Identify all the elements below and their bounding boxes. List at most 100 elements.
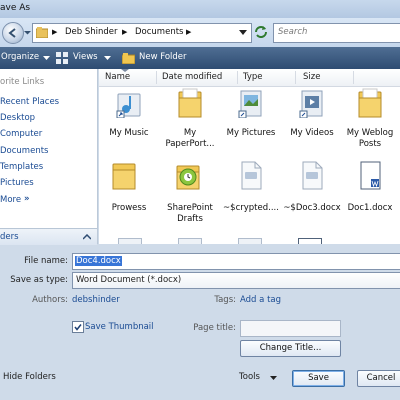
sort-arrow-icon bbox=[121, 69, 129, 72]
search-input[interactable]: Search bbox=[273, 23, 400, 43]
nav-link-desktop[interactable]: Desktop bbox=[0, 113, 35, 123]
breadcrumb-separator: ▶ bbox=[122, 28, 128, 36]
save-as-type-select[interactable]: Word Document (*.docx) bbox=[72, 272, 400, 289]
organize-label: Organize bbox=[1, 52, 40, 62]
save-thumbnail-label[interactable]: Save Thumbnail bbox=[85, 322, 154, 332]
list-item-my-music[interactable]: My Music bbox=[97, 88, 161, 150]
save-options-panel: File name: Doc4.docx Save as type: Word … bbox=[0, 245, 400, 400]
new-folder-label: New Folder bbox=[139, 52, 187, 62]
item-label: SharePoint Drafts bbox=[167, 203, 213, 224]
list-item-my-videos[interactable]: My Videos bbox=[280, 88, 344, 150]
list-items-partial-row bbox=[110, 236, 400, 244]
document-icon bbox=[238, 238, 262, 244]
file-name-label: File name: bbox=[24, 256, 68, 266]
item-label: My Pictures bbox=[226, 128, 276, 138]
chevron-down-icon bbox=[43, 56, 50, 60]
views-menu-button[interactable]: Views bbox=[56, 51, 114, 65]
hide-folders-button[interactable]: Hide Folders bbox=[0, 370, 60, 384]
list-item-crypted[interactable]: ~$crypted.... bbox=[219, 160, 283, 222]
folder-icon bbox=[358, 88, 382, 118]
tags-label: Tags: bbox=[214, 295, 236, 305]
navigation-pane: orite Links Recent Places Desktop Comput… bbox=[0, 69, 98, 244]
item-label: My PaperPort... bbox=[165, 128, 215, 149]
folder-icon bbox=[178, 88, 202, 118]
document-icon bbox=[178, 238, 202, 244]
file-name-value: Doc4.docx bbox=[75, 256, 122, 266]
chevron-down-icon bbox=[104, 56, 111, 60]
column-separator bbox=[353, 71, 354, 84]
item-label: My Weblog Posts bbox=[346, 128, 394, 149]
nav-link-computer[interactable]: Computer bbox=[0, 129, 42, 139]
chevron-up-icon bbox=[83, 234, 91, 240]
save-button[interactable]: Save bbox=[292, 370, 345, 387]
more-label: More bbox=[0, 195, 22, 205]
history-dropdown-button[interactable] bbox=[24, 29, 31, 36]
list-item-sharepoint-drafts[interactable]: SharePoint Drafts bbox=[158, 160, 222, 224]
title-bar: ave As bbox=[0, 0, 400, 18]
item-label: Prowess bbox=[111, 203, 147, 213]
column-separator bbox=[295, 71, 296, 84]
document-icon bbox=[118, 238, 142, 244]
page-title-field[interactable] bbox=[240, 320, 341, 337]
nav-link-pictures[interactable]: Pictures bbox=[0, 178, 34, 188]
column-separator bbox=[156, 71, 157, 84]
new-folder-button[interactable]: New Folder bbox=[122, 51, 192, 65]
list-item-my-pictures[interactable]: My Pictures bbox=[219, 88, 283, 150]
pictures-folder-icon bbox=[238, 90, 262, 118]
item-label: ~$crypted.... bbox=[223, 203, 279, 213]
more-links-button[interactable]: More » bbox=[0, 193, 40, 207]
search-placeholder: Search bbox=[278, 27, 308, 37]
column-header: Name Date modified Type Size bbox=[99, 69, 400, 87]
views-label: Views bbox=[73, 52, 98, 62]
breadcrumb-separator: ▶ bbox=[52, 28, 58, 36]
tools-menu-button[interactable]: Tools bbox=[236, 370, 280, 384]
document-icon bbox=[298, 238, 322, 244]
item-label: My Videos bbox=[290, 128, 334, 138]
column-name[interactable]: Name bbox=[105, 72, 130, 82]
folder-icon bbox=[112, 163, 136, 190]
list-item-my-weblog-posts[interactable]: My Weblog Posts bbox=[338, 88, 400, 150]
window-title: ave As bbox=[0, 3, 31, 13]
double-chevron-icon: » bbox=[24, 194, 30, 204]
item-label: ~$Doc3.docx bbox=[283, 203, 341, 213]
nav-link-templates[interactable]: Templates bbox=[0, 162, 43, 172]
breadcrumb-deb-shinder[interactable]: Deb Shinder bbox=[65, 27, 118, 37]
item-label: My Music bbox=[109, 128, 149, 138]
column-date-modified[interactable]: Date modified bbox=[162, 72, 222, 82]
folder-icon bbox=[36, 27, 48, 38]
list-item-prowess[interactable]: Prowess bbox=[97, 160, 161, 222]
list-item-doc3[interactable]: ~$Doc3.docx bbox=[280, 160, 344, 222]
list-item-doc1[interactable]: Doc1.docx bbox=[338, 160, 400, 222]
views-icon bbox=[56, 52, 68, 64]
address-bar[interactable]: ▶ Deb Shinder ▶ Documents ▶ bbox=[32, 23, 252, 43]
chevron-down-icon bbox=[270, 376, 277, 380]
change-title-button[interactable]: Change Title... bbox=[240, 340, 341, 357]
page-title-label: Page title: bbox=[193, 323, 236, 333]
document-icon bbox=[241, 161, 262, 190]
refresh-button[interactable] bbox=[253, 24, 269, 40]
column-separator bbox=[237, 71, 238, 84]
breadcrumb-separator: ▶ bbox=[186, 28, 192, 36]
cancel-button[interactable]: Cancel bbox=[357, 370, 400, 387]
document-icon bbox=[302, 161, 323, 190]
chevron-down-icon[interactable] bbox=[239, 30, 247, 36]
back-arrow-icon bbox=[8, 28, 16, 38]
breadcrumb-documents[interactable]: Documents bbox=[135, 27, 183, 37]
column-size[interactable]: Size bbox=[303, 72, 320, 82]
list-item-my-paperport[interactable]: My PaperPort... bbox=[158, 88, 222, 150]
back-button[interactable] bbox=[2, 22, 24, 44]
authors-value[interactable]: debshinder bbox=[72, 295, 120, 305]
tools-label: Tools bbox=[239, 372, 260, 382]
nav-link-documents[interactable]: Documents bbox=[0, 146, 48, 156]
file-name-field[interactable]: Doc4.docx bbox=[72, 253, 400, 270]
tags-value[interactable]: Add a tag bbox=[240, 295, 281, 305]
chevron-down-icon bbox=[24, 31, 31, 35]
folders-bar[interactable]: ders bbox=[0, 228, 97, 245]
folders-label: ders bbox=[0, 232, 19, 242]
nav-link-recent-places[interactable]: Recent Places bbox=[0, 97, 59, 107]
word-document-icon bbox=[360, 161, 381, 190]
hide-folders-label: Hide Folders bbox=[3, 372, 56, 382]
organize-menu-button[interactable]: Organize bbox=[1, 52, 53, 65]
save-thumbnail-checkbox[interactable] bbox=[72, 321, 84, 333]
column-type[interactable]: Type bbox=[243, 72, 263, 82]
